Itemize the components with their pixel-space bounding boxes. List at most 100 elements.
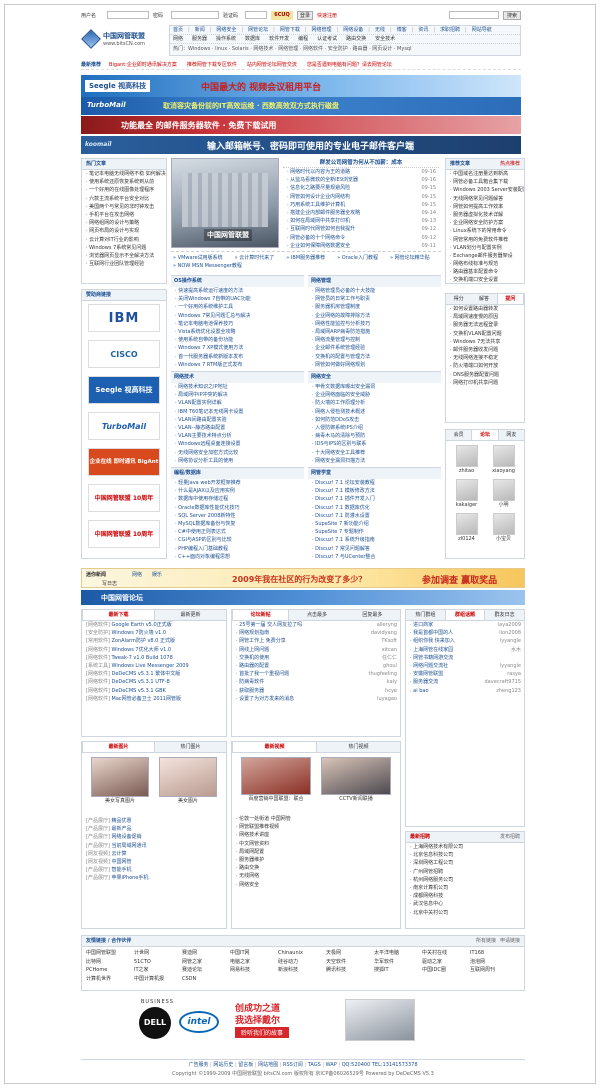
recommend-item[interactable]: · 网络布线标准与规范 — [446, 260, 524, 268]
category-item[interactable]: · 甲骨文数据库曝出安全漏洞 — [308, 383, 441, 391]
slide-link[interactable]: » IBM服务器推荐 — [286, 254, 325, 262]
nav-link-primary[interactable]: 求职招聘 — [440, 26, 460, 34]
forum-item[interactable]: thugfeeling · 首批了我一个重视问题 — [232, 670, 400, 678]
category-item[interactable]: · VLAN主要技术特点分析 — [171, 432, 304, 440]
hot-article-item[interactable]: · 一个好用的在线图像处理程序 — [82, 186, 166, 194]
headline-item[interactable]: 09-16 · 从监马看微软的全新IE9浏览器 — [283, 176, 439, 184]
category-item[interactable]: · 数据库中使用存储过程 — [171, 495, 304, 503]
download-item[interactable]: [系统工具] Windows Live Messenger 2009 — [82, 662, 226, 670]
job-item[interactable]: · 南京计算机公司 — [406, 884, 524, 892]
footer-link[interactable]: 广告服务 — [188, 1062, 208, 1068]
pic-item[interactable]: [产品展厅] 网络设备促销 — [82, 833, 226, 841]
nav-link-primary[interactable]: 网管论坛 — [248, 26, 268, 34]
group-item[interactable]: 水木 · 上海网管在线家园 — [406, 646, 524, 654]
category-item[interactable]: · Vista系统优化设置全攻略 — [171, 328, 304, 336]
category-item[interactable]: · 网络协议分析工具的使用 — [171, 457, 304, 465]
tab-2[interactable]: 热门图片 — [155, 742, 226, 752]
category-item[interactable]: · IBM T60笔记本无线网卡设置 — [171, 408, 304, 416]
code-input[interactable] — [245, 11, 267, 19]
slide-link[interactable]: » 云计算时代来了 — [235, 254, 275, 262]
qa-item[interactable]: · DNS服务器配置问题 — [446, 371, 524, 379]
category-name[interactable]: 网络安全 — [311, 374, 331, 380]
hot-article-item[interactable]: · 浏览器网页显示不全解决方法 — [82, 252, 166, 260]
friend-link[interactable]: 赛迪网 — [182, 949, 230, 958]
qa-item[interactable]: · 防火墙端口如何开放 — [446, 362, 524, 370]
category-item[interactable]: · Windows 7 XP模式使用方法 — [171, 344, 304, 352]
category-item[interactable]: · 防火墙的工作原理分析 — [308, 399, 441, 407]
headline-item[interactable]: 09-12 · 互联网时代网管如何自我提升 — [283, 225, 439, 233]
category-item[interactable]: · VLAN配置实例详解 — [171, 399, 304, 407]
qa-item[interactable]: · 网络打印机共享问题 — [446, 379, 524, 387]
user-card[interactable]: kakaiger — [449, 479, 484, 509]
recommend-item[interactable]: · 无线网络常见问题解答 — [446, 195, 524, 203]
hot-article-item[interactable]: · 笔记本电脑无线网络不稳 如何解决 — [82, 170, 166, 178]
recommend-item[interactable]: · 交换机端口安全设置 — [446, 276, 524, 284]
download-item[interactable]: [安全防护] Windows 7防火墙 v1.0 — [82, 629, 226, 637]
recommend-item[interactable]: · Linux系统下的常用命令 — [446, 227, 524, 235]
category-name[interactable]: OS操作系统 — [174, 278, 202, 284]
group-item[interactable]: davecraft9715 · 服务器交流 — [406, 678, 524, 686]
video-thumb-1[interactable]: 百度营销中国联盟：联合 — [241, 757, 311, 803]
footer-link[interactable]: 留言板 — [238, 1062, 253, 1068]
site-logo[interactable]: 中国网管联盟 www.bitsCN.com — [81, 27, 159, 51]
pic-item[interactable]: [产品展厅] 当前局域网通讯 — [82, 842, 226, 850]
qa-item[interactable]: · 如何设置路由器转发 — [446, 305, 524, 313]
category-item[interactable]: · IDS与IPS的区别与联系 — [308, 440, 441, 448]
job-item[interactable]: · 北京信息科技公司 — [406, 851, 524, 859]
tab-1[interactable]: 会员 — [446, 430, 471, 440]
category-name[interactable]: 网管学堂 — [311, 470, 331, 476]
category-item[interactable]: · CGI与ASP的区别与比较 — [171, 536, 304, 544]
ad-banner-koomail[interactable]: koomail 输入邮箱帐号、密码即可使用的专业电子邮件客户端 — [81, 136, 521, 154]
video-thumb-2[interactable]: CCTV新闻联播 — [321, 757, 391, 803]
category-item[interactable]: · 无线网络安全加密方式比较 — [171, 449, 304, 457]
tab-2[interactable]: 群组话题 — [444, 610, 486, 620]
category-item[interactable]: · SQL Server 2008新特性 — [171, 512, 304, 520]
recommend-item[interactable]: · 中国域名注册量达到新高 — [446, 170, 524, 178]
qa-item[interactable]: · 邮件服务器收发问题 — [446, 346, 524, 354]
friend-link[interactable]: 驱动之家 — [422, 958, 470, 967]
hot-article-item[interactable]: · 网络组网的设计与策略 — [82, 219, 166, 227]
group-item[interactable]: lyyangle · 组织你我 快来加入 — [406, 637, 524, 645]
friend-link[interactable]: 中国IT网 — [230, 949, 278, 958]
notice-item[interactable]: 站内网管论坛网管交流 — [247, 61, 297, 69]
forum-item[interactable]: TKsoft · 网管工作上 免费分享 — [232, 637, 400, 645]
category-item[interactable]: · 企业网络的故障排除方法 — [308, 312, 441, 320]
nav-link-primary[interactable]: 网络管理 — [312, 26, 332, 34]
user-card[interactable]: zl0124 — [449, 513, 484, 543]
recommend-item[interactable]: · Exchange邮件服务器架设 — [446, 252, 524, 260]
top-search-input[interactable] — [449, 11, 499, 19]
category-item[interactable]: · 一个好用的系统维护工具 — [171, 303, 304, 311]
video-item[interactable]: · 路由交换 — [232, 864, 400, 872]
forum-item[interactable]: kaly · 防病毒软件 — [232, 678, 400, 686]
friend-link[interactable]: Chinaunix — [278, 949, 326, 958]
forum-item[interactable]: ghoul · 路由器的配置 — [232, 662, 400, 670]
recommend-item[interactable]: · 网管必备工具箱合集下载 — [446, 178, 524, 186]
nav-link-secondary[interactable]: 编程 — [298, 35, 308, 43]
nav-link-primary[interactable]: 网络安全 — [216, 26, 236, 34]
partner-logo-5[interactable]: 企业在线 即时通讯 BigAnt — [88, 448, 160, 476]
tab-1[interactable]: 论坛新帖 — [232, 610, 290, 620]
category-item[interactable]: · 笔记本电脑电池保养技巧 — [171, 320, 304, 328]
job-item[interactable]: · 成都网络科技 — [406, 892, 524, 900]
hot-article-item[interactable]: · 网页布局的设计与实现 — [82, 227, 166, 235]
friend-link[interactable]: IT之家 — [134, 966, 182, 975]
dell-intel-ad[interactable]: BUSINESS DELL intel 创成功之道 我选择戴尔 聆听我们的故事 — [135, 997, 435, 1043]
hot-article-item[interactable]: · 美国两个与常见的非时钟攻击 — [82, 203, 166, 211]
category-name[interactable]: 网络管理 — [311, 278, 331, 284]
video-item[interactable]: · 网管联盟推荐视频 — [232, 823, 400, 831]
tab-1[interactable]: 得分 — [446, 294, 471, 304]
video-item[interactable]: · 网络安全 — [232, 881, 400, 889]
job-item[interactable]: · 北京中关村公司 — [406, 909, 524, 917]
tab-2[interactable]: 热门视频 — [317, 742, 400, 752]
video-item[interactable]: · 中文网管资料 — [232, 840, 400, 848]
survey-banner[interactable]: 迷你新闻 网络 娱乐 写日志 2009年我在社区的行为改变了多少？ 参加调查 赢… — [81, 568, 525, 588]
category-item[interactable]: · Discuz! 7.1 数据库优化 — [308, 504, 441, 512]
category-item[interactable]: · 关闭Windows 7自带的UAC功能 — [171, 295, 304, 303]
friend-link[interactable]: 51CTO — [134, 958, 182, 967]
category-item[interactable]: · C#中使用正则表达式 — [171, 528, 304, 536]
forum-item[interactable]: hcye · 获取服务器 — [232, 687, 400, 695]
qa-item[interactable]: · Windows 7无法共享 — [446, 338, 524, 346]
slide-link[interactable]: » NOW MSN Messenger教程 — [173, 262, 242, 270]
friend-link[interactable]: 中国计算机报 — [134, 975, 182, 984]
job-item[interactable]: · 上海网络技术有限公司 — [406, 843, 524, 851]
